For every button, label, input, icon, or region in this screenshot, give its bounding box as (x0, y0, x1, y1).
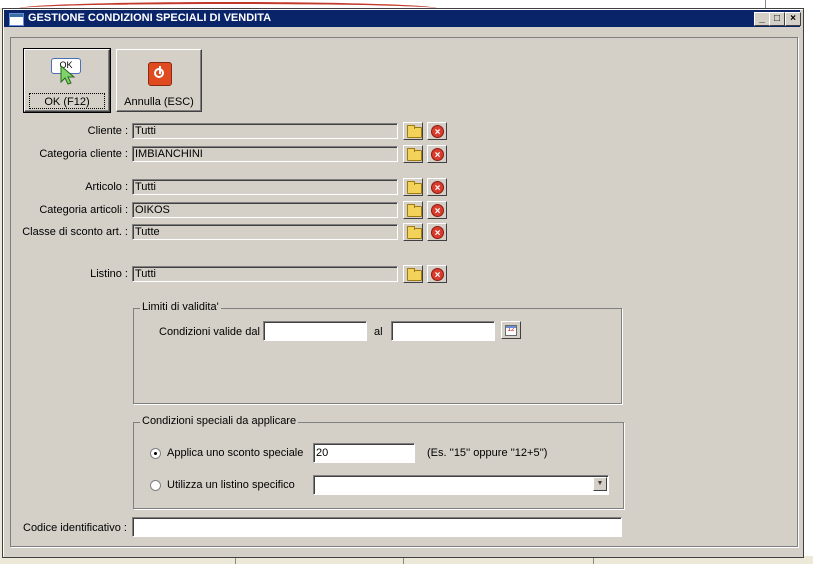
power-icon (148, 62, 172, 86)
articolo-clear-button[interactable]: × (427, 178, 447, 196)
articolo-browse-button[interactable] (403, 178, 423, 196)
use-listino-label[interactable]: Utilizza un listino specifico (167, 479, 295, 491)
ok-button[interactable]: OK OK (F12) (23, 48, 111, 113)
cancel-button[interactable]: Annulla (ESC) (116, 49, 202, 112)
listino-field[interactable]: Tutti (132, 266, 398, 282)
validity-group-legend: Limiti di validita' (140, 301, 221, 313)
delete-icon: × (431, 181, 444, 194)
classe-sconto-clear-button[interactable]: × (427, 223, 447, 241)
cursor-arrow-icon (60, 64, 76, 85)
codice-label: Codice identificativo : (23, 522, 127, 534)
window-icon (9, 13, 24, 26)
folder-icon (407, 125, 422, 138)
use-listino-radio[interactable] (150, 480, 161, 491)
delete-icon: × (431, 125, 444, 138)
folder-icon (407, 181, 422, 194)
categoria-articoli-field[interactable]: OIKOS (132, 202, 398, 218)
classe-sconto-browse-button[interactable] (403, 223, 423, 241)
categoria-cliente-field[interactable]: IMBIANCHINI (132, 146, 398, 162)
cliente-clear-button[interactable]: × (427, 122, 447, 140)
categoria-articoli-clear-button[interactable]: × (427, 201, 447, 219)
discount-hint: (Es. ''15'' oppure ''12+5'') (427, 447, 548, 459)
folder-icon (407, 204, 422, 217)
background-panel (803, 8, 813, 556)
background-column (765, 0, 778, 8)
maximize-button[interactable]: □ (769, 12, 785, 26)
listino-select[interactable]: ▼ (313, 475, 609, 495)
conditions-group: Condizioni speciali da applicare (133, 415, 624, 509)
cliente-label: Cliente : (87, 125, 128, 137)
cliente-field[interactable]: Tutti (132, 123, 398, 139)
classe-sconto-field[interactable]: Tutte (132, 224, 398, 240)
title-bar[interactable]: GESTIONE CONDIZIONI SPECIALI DI VENDITA … (4, 10, 801, 27)
apply-discount-label[interactable]: Applica uno sconto speciale (167, 447, 303, 459)
delete-icon: × (431, 268, 444, 281)
ok-button-label: OK (F12) (44, 96, 90, 108)
validity-group: Limiti di validita' (133, 301, 622, 404)
listino-label: Listino : (90, 268, 128, 280)
listino-browse-button[interactable] (403, 265, 423, 283)
codice-input[interactable] (132, 517, 622, 537)
close-button[interactable]: × (785, 12, 801, 26)
valid-from-label: Condizioni valide dal (159, 326, 260, 338)
conditions-group-legend: Condizioni speciali da applicare (140, 415, 299, 427)
listino-clear-button[interactable]: × (427, 265, 447, 283)
categoria-cliente-label: Categoria cliente : (39, 148, 128, 160)
minimize-button[interactable]: _ (754, 12, 770, 26)
discount-input[interactable]: 20 (313, 443, 415, 463)
apply-discount-radio[interactable] (150, 448, 161, 459)
articolo-field[interactable]: Tutti (132, 179, 398, 195)
chevron-down-icon[interactable]: ▼ (593, 477, 607, 491)
calendar-button[interactable]: 12 (501, 321, 521, 339)
valid-from-input[interactable] (263, 321, 367, 341)
categoria-articoli-label: Categoria articoli : (39, 204, 128, 216)
categoria-articoli-browse-button[interactable] (403, 201, 423, 219)
delete-icon: × (431, 204, 444, 217)
categoria-cliente-clear-button[interactable]: × (427, 145, 447, 163)
calendar-icon: 12 (505, 325, 517, 336)
window-title: GESTIONE CONDIZIONI SPECIALI DI VENDITA (28, 12, 272, 24)
valid-to-label: al (374, 326, 383, 338)
articolo-label: Articolo : (85, 181, 128, 193)
classe-sconto-label: Classe di sconto art. : (22, 226, 128, 238)
folder-icon (407, 268, 422, 281)
cancel-button-label: Annulla (ESC) (124, 96, 194, 108)
cliente-browse-button[interactable] (403, 122, 423, 140)
delete-icon: × (431, 148, 444, 161)
categoria-cliente-browse-button[interactable] (403, 145, 423, 163)
valid-to-input[interactable] (391, 321, 495, 341)
delete-icon: × (431, 226, 444, 239)
folder-icon (407, 148, 422, 161)
folder-icon (407, 226, 422, 239)
